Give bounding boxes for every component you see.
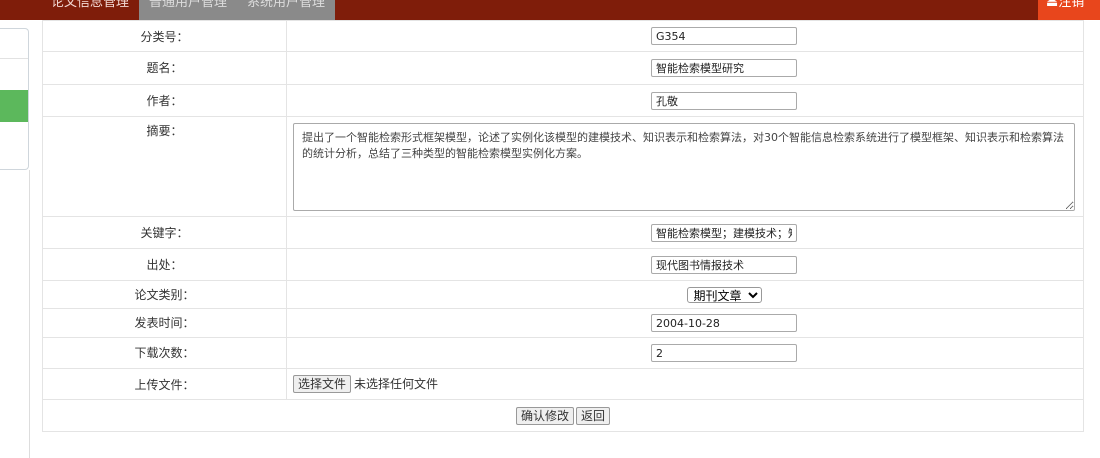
row-actions: 确认修改 返回: [42, 399, 1084, 432]
row-upload: 上传文件： 选择文件 未选择任何文件: [42, 368, 1084, 400]
downloads-label: 下载次数：: [42, 337, 287, 369]
nav-system-user-management[interactable]: 系统用户管理: [237, 0, 336, 20]
paper-edit-form: 分类号： 题名： 作者： 摘要： 提出了一个智能检索形式框架模型，论述了实例化该…: [42, 20, 1084, 432]
source-label: 出处：: [42, 248, 287, 281]
confirm-edit-button[interactable]: 确认修改: [515, 406, 574, 425]
choose-file-button[interactable]: 选择文件: [293, 375, 352, 393]
row-title: 题名：: [42, 51, 1084, 85]
category-select[interactable]: 期刊文章: [686, 286, 762, 303]
top-navbar: 论文信息管理 普通用户管理 系统用户管理 ⏏注销: [0, 0, 1100, 20]
pubdate-label: 发表时间：: [42, 308, 287, 338]
back-button[interactable]: 返回: [576, 406, 611, 425]
row-downloads: 下载次数：: [42, 337, 1084, 369]
source-input[interactable]: [651, 255, 797, 274]
row-category: 论文类别： 期刊文章: [42, 280, 1084, 309]
title-label: 题名：: [42, 51, 287, 85]
classno-label: 分类号：: [42, 20, 287, 52]
row-keywords: 关键字：: [42, 216, 1084, 249]
author-label: 作者：: [42, 84, 287, 117]
logout-label: 注销: [1058, 0, 1085, 10]
keywords-label: 关键字：: [42, 216, 287, 249]
row-abstract: 摘要： 提出了一个智能检索形式框架模型，论述了实例化该模型的建模技术、知识表示和…: [42, 116, 1084, 217]
downloads-input[interactable]: [651, 344, 797, 362]
sidebar-divider: [0, 58, 28, 59]
classno-input[interactable]: [651, 27, 797, 45]
upload-label: 上传文件：: [42, 368, 287, 400]
row-source: 出处：: [42, 248, 1084, 281]
author-input[interactable]: [651, 91, 797, 110]
logout-button[interactable]: ⏏注销: [1038, 0, 1100, 20]
title-input[interactable]: [651, 59, 797, 77]
nav-paper-management[interactable]: 论文信息管理: [41, 0, 139, 20]
row-author: 作者：: [42, 84, 1084, 117]
keywords-input[interactable]: [651, 223, 797, 242]
sidebar-item-active[interactable]: [0, 90, 28, 122]
abstract-label: 摘要：: [42, 116, 287, 217]
row-pubdate: 发表时间：: [42, 308, 1084, 338]
category-label: 论文类别：: [42, 280, 287, 309]
pubdate-input[interactable]: [651, 314, 797, 332]
file-status: 未选择任何文件: [354, 377, 439, 391]
abstract-textarea[interactable]: 提出了一个智能检索形式框架模型，论述了实例化该模型的建模技术、知识表示和检索算法…: [293, 123, 1075, 211]
logout-icon: ⏏: [1046, 0, 1059, 10]
main-nav: 论文信息管理 普通用户管理 系统用户管理: [41, 0, 336, 20]
sidebar-border: [29, 170, 30, 458]
nav-user-management[interactable]: 普通用户管理: [139, 0, 238, 20]
sidebar: [0, 20, 30, 458]
row-classno: 分类号：: [42, 20, 1084, 52]
